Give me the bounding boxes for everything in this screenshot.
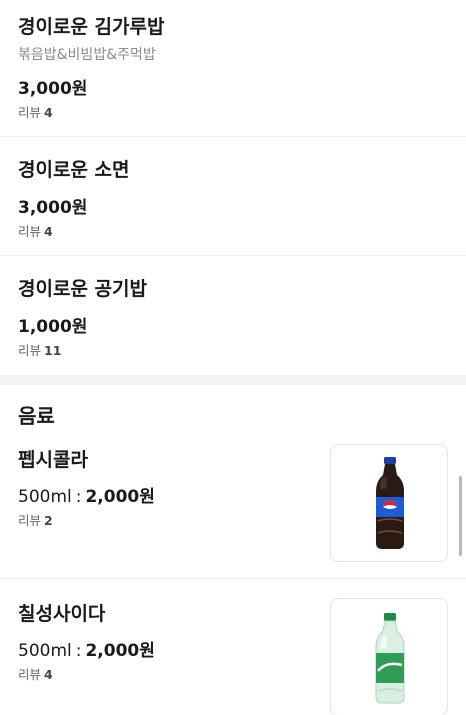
menu-item-price: 2,000원: [85, 487, 155, 507]
size-label: 500ml: [18, 641, 72, 661]
size-label: 500ml: [18, 487, 72, 507]
separator: :: [75, 641, 82, 661]
section-title: 음료: [18, 404, 55, 428]
menu-item-image[interactable]: [330, 444, 448, 562]
review-label: 리뷰: [18, 667, 42, 682]
review-label: 리뷰: [18, 343, 42, 358]
menu-item-image[interactable]: [330, 598, 448, 715]
menu-item-review: 리뷰 4: [18, 221, 53, 240]
menu-item-review: 리뷰 4: [18, 664, 53, 683]
menu-item-price: 3,000원: [18, 79, 88, 99]
menu-item[interactable]: 경이로운 공기밥 1,000원 리뷰 11: [0, 256, 466, 374]
review-count: 2: [44, 513, 53, 528]
section-separator: [0, 375, 466, 385]
review-count: 11: [44, 343, 62, 358]
menu-item-size-price: 500ml:2,000원: [18, 482, 155, 507]
review-label: 리뷰: [18, 105, 42, 120]
menu-item-name: 칠성사이다: [18, 603, 106, 625]
menu-item-name: 경이로운 소면: [18, 159, 130, 181]
separator: :: [75, 487, 82, 507]
scrollbar[interactable]: [459, 476, 462, 556]
menu-item-description: 볶음밥&비빔밥&주먹밥: [18, 47, 156, 63]
menu-item-review: 리뷰 2: [18, 510, 53, 529]
review-label: 리뷰: [18, 224, 42, 239]
menu-item[interactable]: 칠성사이다 500ml:2,000원 리뷰 4: [0, 579, 466, 715]
menu-item-price: 1,000원: [18, 317, 88, 337]
menu-item-review: 리뷰 4: [18, 102, 53, 121]
menu-item-price: 2,000원: [85, 641, 155, 661]
menu-item-size-price: 500ml:2,000원: [18, 636, 155, 661]
review-count: 4: [44, 224, 53, 239]
review-label: 리뷰: [18, 513, 42, 528]
menu-item-price: 3,000원: [18, 198, 88, 218]
pepsi-bottle-icon: [376, 457, 404, 549]
review-count: 4: [44, 667, 53, 682]
review-count: 4: [44, 105, 53, 120]
menu-item-review: 리뷰 11: [18, 340, 61, 359]
menu-item-name: 경이로운 김가루밥: [18, 16, 165, 38]
menu-item[interactable]: 펩시콜라 500ml:2,000원 리뷰 2: [0, 430, 466, 578]
menu-item-name: 펩시콜라: [18, 449, 88, 471]
menu-item[interactable]: 경이로운 소면 3,000원 리뷰 4: [0, 137, 466, 255]
menu-item-name: 경이로운 공기밥: [18, 278, 147, 300]
chilsung-bottle-icon: [375, 613, 405, 704]
menu-item[interactable]: 경이로운 김가루밥 볶음밥&비빔밥&주먹밥 3,000원 리뷰 4: [0, 0, 466, 136]
